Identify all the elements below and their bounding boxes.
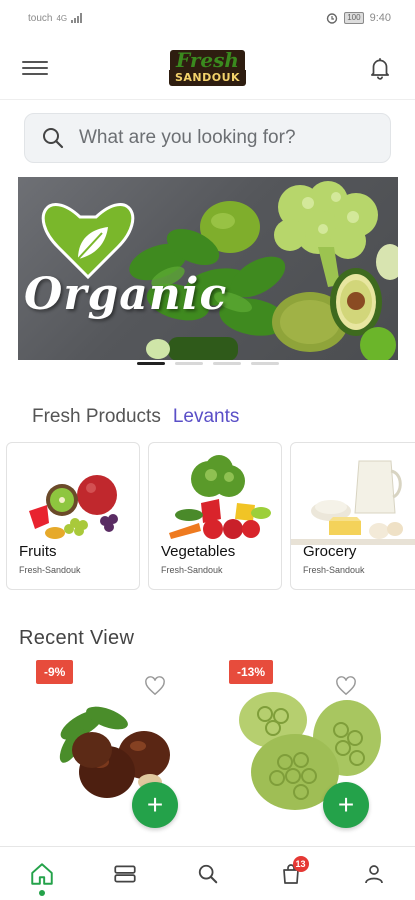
status-left: touch 4G: [28, 13, 85, 24]
app-header: Fresh SANDOUK: [0, 36, 415, 100]
category-subtitle: Fresh-Sandouk: [303, 565, 365, 575]
discount-badge: -9%: [36, 660, 74, 684]
notification-bell-icon[interactable]: [367, 55, 393, 81]
category-name: Fruits: [19, 543, 57, 560]
active-indicator: [38, 889, 45, 896]
grocery-image: [291, 460, 415, 545]
nav-search[interactable]: [188, 854, 228, 894]
add-to-cart-button[interactable]: +: [323, 782, 369, 828]
banner-title: Organic: [24, 269, 228, 320]
nav-profile[interactable]: [354, 854, 394, 894]
status-bar: touch 4G 100 9:40: [0, 0, 415, 36]
categories-icon: [113, 865, 136, 882]
profile-icon: [364, 864, 383, 883]
heart-icon[interactable]: [335, 676, 357, 696]
nav-categories[interactable]: [105, 854, 145, 894]
custard-apple-image: [239, 692, 381, 810]
chestnuts-image: [59, 706, 170, 798]
promo-banner[interactable]: Organic: [18, 177, 398, 360]
signal-label: 4G: [56, 13, 68, 23]
category-tabs: Fresh Products Levants: [32, 406, 239, 428]
fruits-image: [29, 475, 118, 539]
category-name: Vegetables: [161, 543, 236, 560]
heart-icon[interactable]: [144, 676, 166, 696]
category-card-fruits[interactable]: Fruits Fresh-Sandouk: [6, 442, 140, 590]
product-card[interactable]: -9% +: [22, 658, 212, 834]
product-card[interactable]: -13% +: [215, 658, 405, 834]
search-icon: [43, 128, 64, 149]
carousel-indicator: [137, 362, 279, 365]
category-card-grocery[interactable]: Grocery Fresh-Sandouk: [290, 442, 415, 590]
status-right: 100 9:40: [326, 12, 391, 24]
section-title-recent-view: Recent View: [19, 627, 135, 649]
carousel-dot-active[interactable]: [137, 362, 165, 365]
menu-icon[interactable]: [22, 58, 48, 78]
home-icon: [30, 862, 53, 885]
carousel-dot[interactable]: [213, 362, 241, 365]
cart-count-badge: 13: [292, 855, 309, 872]
nav-home[interactable]: [22, 854, 62, 896]
bottom-navigation: 13: [0, 846, 415, 900]
carrier-label: touch: [28, 12, 53, 24]
alarm-icon: [327, 13, 338, 24]
carousel-dot[interactable]: [175, 362, 203, 365]
battery-indicator: 100: [344, 12, 364, 24]
category-list: Fruits Fresh-Sandouk Vegetables Fresh-Sa…: [6, 442, 415, 590]
clock: 9:40: [369, 12, 391, 24]
search-icon: [198, 864, 217, 883]
category-name: Grocery: [303, 543, 357, 560]
brand-logo[interactable]: Fresh SANDOUK: [167, 45, 249, 91]
tab-fresh-products[interactable]: Fresh Products: [32, 406, 161, 428]
category-subtitle: Fresh-Sandouk: [161, 565, 223, 575]
vegetables-image: [169, 455, 271, 539]
category-card-vegetables[interactable]: Vegetables Fresh-Sandouk: [148, 442, 282, 590]
nav-cart[interactable]: 13: [271, 854, 311, 894]
tab-levants[interactable]: Levants: [173, 406, 240, 428]
logo-bottom-text: SANDOUK: [168, 69, 247, 86]
signal-icon: [71, 13, 83, 23]
add-to-cart-button[interactable]: +: [132, 782, 178, 828]
discount-badge: -13%: [229, 660, 274, 684]
search-bar[interactable]: [24, 113, 391, 163]
category-subtitle: Fresh-Sandouk: [19, 565, 81, 575]
logo-top-text: Fresh: [170, 49, 245, 70]
carousel-dot[interactable]: [251, 362, 279, 365]
search-input[interactable]: [79, 127, 359, 149]
